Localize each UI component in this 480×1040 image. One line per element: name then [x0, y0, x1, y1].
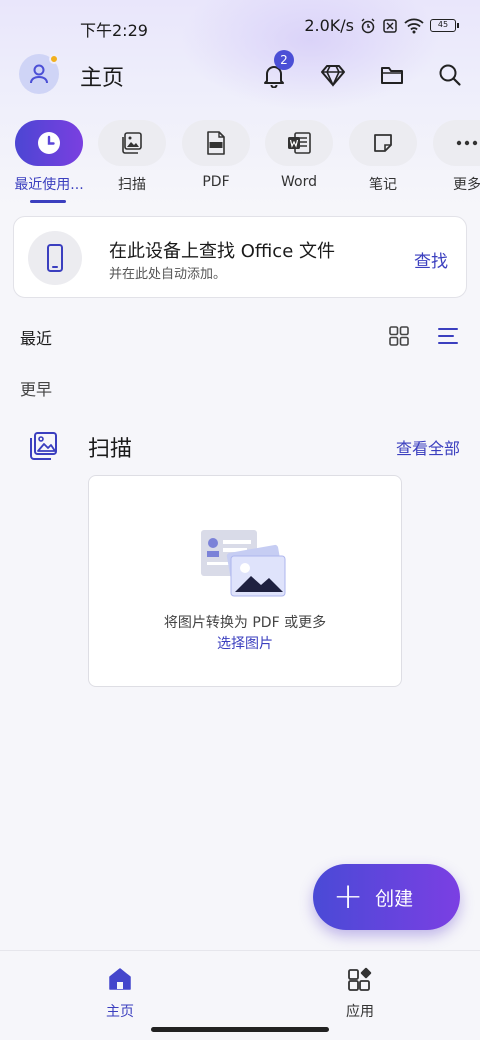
nav-home[interactable]: 主页: [90, 965, 150, 1021]
image-icon: [30, 432, 57, 460]
quick-more-pill: [433, 120, 480, 166]
home-indicator: [151, 1027, 329, 1032]
quick-word-pill: [265, 120, 333, 166]
active-tab-indicator: [30, 200, 66, 203]
find-office-files-card: 在此设备上查找 Office 文件 并在此处自动添加。 查找: [13, 216, 467, 298]
quick-notes-pill: [349, 120, 417, 166]
find-button[interactable]: 查找: [414, 247, 448, 272]
list-icon: [438, 328, 458, 344]
plus-icon: +: [333, 876, 364, 917]
list-view-button[interactable]: [436, 324, 460, 348]
apps-icon: [348, 967, 372, 991]
battery-icon: 45: [430, 19, 459, 32]
quick-pdf-pill: [182, 120, 250, 166]
quick-recent-pill: [15, 120, 83, 166]
view-all-link[interactable]: 查看全部: [396, 435, 460, 459]
select-images-link[interactable]: 选择图片: [89, 633, 401, 653]
quick-actions-row: 最近使用... 扫描 PDF Word 笔记 更多: [0, 118, 480, 208]
quick-pdf-label: PDF: [202, 174, 230, 190]
grid-view-button[interactable]: [387, 324, 411, 348]
quick-scan-label: 扫描: [118, 177, 146, 193]
nav-apps[interactable]: 应用: [330, 965, 390, 1021]
quick-scan-pill: [98, 120, 166, 166]
network-speed: 2.0K/s: [304, 16, 354, 35]
battery-level: 45: [437, 20, 449, 29]
find-card-subtitle: 并在此处自动添加。: [109, 267, 227, 282]
quick-notes[interactable]: 笔记: [348, 118, 418, 194]
nav-apps-label: 应用: [346, 1004, 374, 1020]
scan-card-description: 将图片转换为 PDF 或更多: [163, 615, 327, 631]
status-indicators: 2.0K/s 45: [304, 16, 459, 35]
quick-more-label: 更多: [453, 177, 480, 193]
grid-icon: [389, 326, 409, 346]
notification-badge: 2: [274, 50, 294, 70]
account-avatar[interactable]: [19, 54, 59, 94]
quick-recent[interactable]: 最近使用...: [14, 118, 84, 194]
quick-more[interactable]: 更多: [432, 118, 480, 194]
recent-heading: 最近: [20, 329, 53, 348]
quick-notes-label: 笔记: [369, 177, 397, 193]
no-sim-icon: [383, 18, 397, 33]
pdf-icon: [207, 131, 225, 155]
app-header: 主页 2: [0, 50, 480, 98]
quick-recent-label: 最近使用...: [14, 177, 84, 193]
note-icon: [374, 134, 392, 152]
clock-icon: [38, 132, 60, 154]
quick-pdf[interactable]: PDF: [181, 118, 251, 190]
scan-empty-card[interactable]: 将图片转换为 PDF 或更多 选择图片: [88, 475, 402, 687]
files-button[interactable]: [377, 60, 407, 90]
folder-icon: [381, 67, 403, 84]
device-icon-circle: [28, 231, 82, 285]
user-icon: [30, 64, 48, 84]
phone-icon: [47, 244, 63, 272]
word-icon: [288, 132, 311, 154]
scan-illustration: [201, 530, 286, 597]
page-title: 主页: [80, 66, 125, 91]
alarm-icon: [361, 18, 375, 33]
home-icon: [109, 968, 131, 990]
premium-button[interactable]: [318, 60, 348, 90]
wifi-icon: [404, 18, 424, 33]
earlier-heading: 更早: [20, 380, 53, 399]
nav-home-label: 主页: [106, 1004, 134, 1020]
find-card-title: 在此设备上查找 Office 文件: [109, 241, 335, 262]
search-button[interactable]: [435, 60, 465, 90]
avatar-status-dot: [49, 54, 59, 64]
quick-word-label: Word: [281, 174, 317, 190]
scan-section-icon: [28, 430, 60, 462]
more-icon: [456, 140, 478, 146]
image-icon: [122, 132, 142, 154]
status-bar: 下午2:29 2.0K/s 45: [0, 0, 480, 54]
diamond-icon: [321, 65, 345, 87]
status-time: 下午2:29: [80, 21, 148, 40]
search-icon: [439, 64, 461, 86]
scan-section-title: 扫描: [88, 437, 133, 462]
quick-scan[interactable]: 扫描: [97, 118, 167, 194]
quick-word[interactable]: Word: [264, 118, 334, 190]
create-button[interactable]: + 创建: [313, 864, 460, 930]
create-button-label: 创建: [375, 887, 414, 910]
